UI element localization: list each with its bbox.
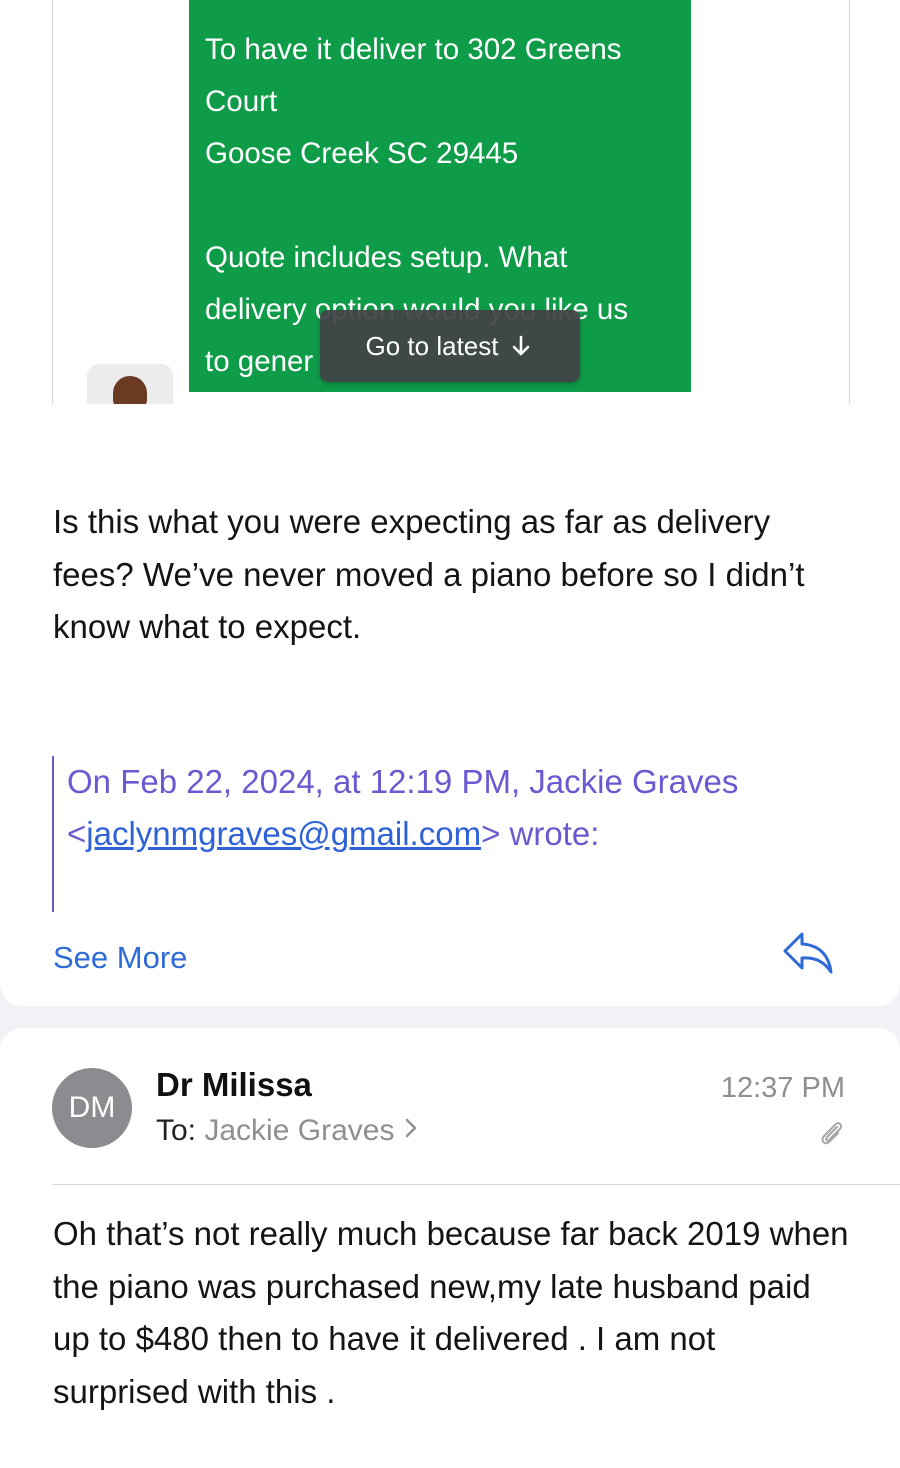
avatar-hair-shape [113, 376, 147, 404]
quoted-header: On Feb 22, 2024, at 12:19 PM, Jackie Gra… [52, 756, 852, 912]
reply-icon[interactable] [780, 926, 836, 983]
header-divider [52, 1184, 900, 1185]
see-more-link[interactable]: See More [53, 940, 187, 976]
paperclip-icon [817, 1118, 845, 1153]
bubble-line: Quote includes setup. What [205, 241, 568, 274]
bubble-line: ​ [205, 180, 675, 232]
message-time: 12:37 PM [720, 1072, 845, 1104]
recipient-line[interactable]: To: Jackie Graves [156, 1114, 419, 1148]
message-card-previous: To have it deliver to 302 Greens Court G… [0, 0, 900, 1006]
quote-attribution: On Feb 22, 2024, at 12:19 PM, Jackie Gra… [67, 763, 739, 800]
quote-bracket-open: < [67, 815, 87, 852]
go-to-latest-label: Go to latest [365, 330, 499, 361]
to-label: To: [156, 1114, 197, 1147]
go-to-latest-button[interactable]: Go to latest [320, 310, 580, 382]
message-body: Oh that’s not really much because far ba… [53, 1215, 849, 1410]
chevron-right-icon [403, 1114, 419, 1147]
message-body: Is this what you were expecting as far a… [53, 503, 805, 645]
recipient-name: Jackie Graves [204, 1114, 395, 1147]
quote-bracket-close: > [481, 815, 501, 852]
sender-name[interactable]: Dr Milissa [156, 1066, 312, 1104]
arrow-down-icon [508, 333, 534, 359]
quoted-email-link[interactable]: jaclynmgraves@gmail.com [86, 815, 481, 852]
avatar[interactable]: DM [52, 1068, 132, 1148]
contact-avatar-thumbnail [87, 364, 173, 404]
bubble-line: Goose Creek SC 29445 [205, 137, 519, 170]
message-card-latest: DM Dr Milissa To: Jackie Graves 12:37 PM… [0, 1028, 900, 1468]
bubble-line: Court [205, 85, 278, 118]
quote-wrote: wrote: [500, 815, 600, 852]
bubble-line: To have it deliver to 302 Greens [205, 33, 622, 66]
